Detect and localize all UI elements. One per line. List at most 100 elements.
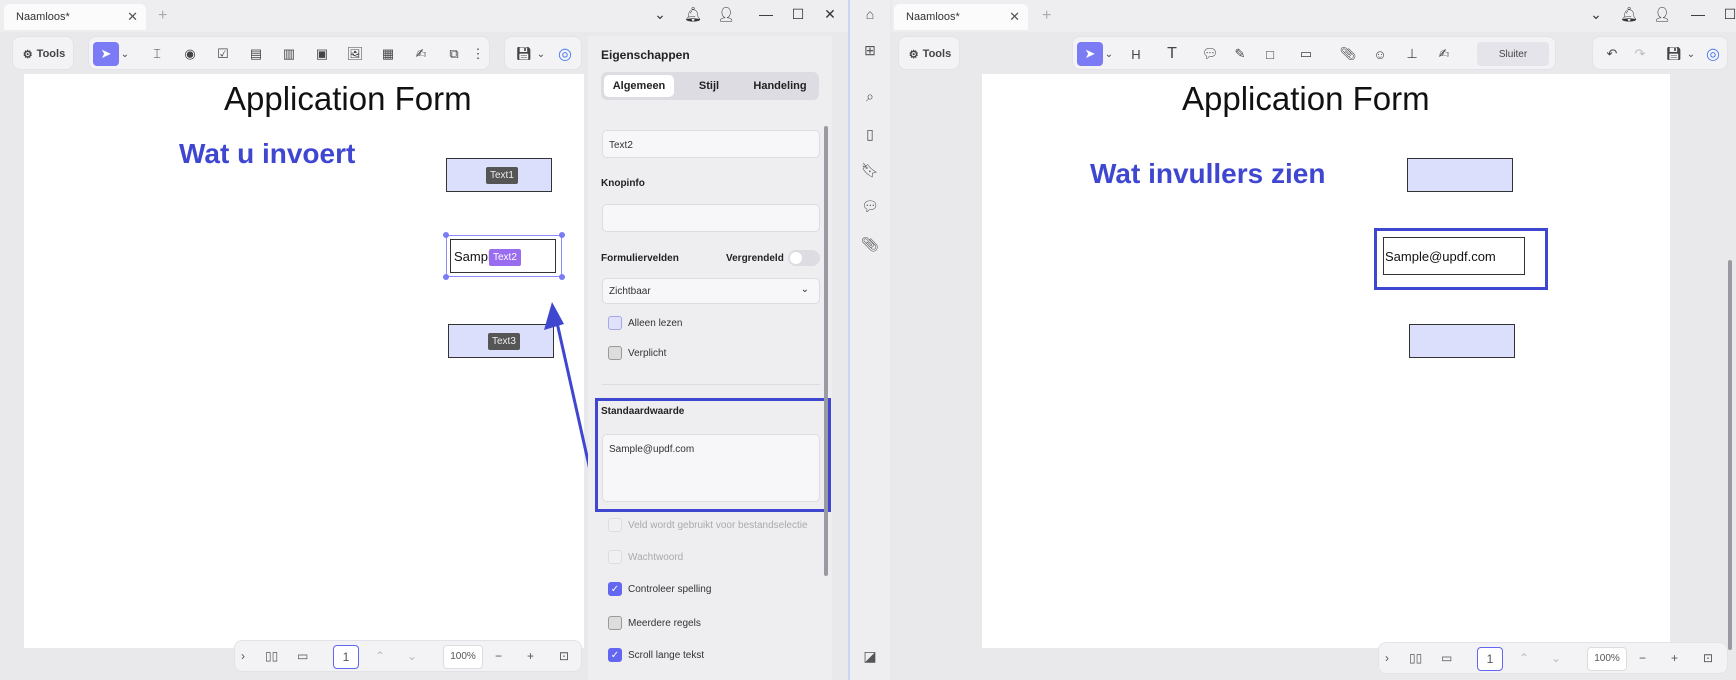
- locked-toggle[interactable]: [788, 250, 820, 266]
- document-scrollbar[interactable]: [1728, 260, 1732, 650]
- save-icon[interactable]: 💾︎: [1663, 42, 1685, 66]
- chevron-down-icon[interactable]: ⌄: [650, 6, 670, 23]
- highlighter-icon[interactable]: ✎: [1229, 42, 1251, 66]
- chevron-down-icon[interactable]: ⌄: [1685, 42, 1697, 66]
- apps-grid-icon[interactable]: ⊞: [860, 42, 880, 62]
- zoom-level[interactable]: 100%: [443, 645, 483, 669]
- copy-icon[interactable]: ⧉: [442, 42, 466, 66]
- attachment-icon[interactable]: 📎︎: [1337, 42, 1359, 66]
- default-value-input[interactable]: Sample@updf.com: [602, 434, 820, 502]
- zoom-in-icon[interactable]: +: [1671, 651, 1678, 665]
- zoom-out-icon[interactable]: −: [1639, 651, 1646, 665]
- date-field-icon[interactable]: ▦: [376, 42, 400, 66]
- tooltip-input[interactable]: [602, 204, 820, 232]
- radio-button-icon[interactable]: ◉: [178, 42, 202, 66]
- maximize-icon[interactable]: ☐: [788, 6, 808, 23]
- tab-action[interactable]: Handeling: [744, 75, 816, 97]
- required-checkbox[interactable]: [608, 346, 622, 360]
- properties-scrollbar[interactable]: [824, 126, 828, 576]
- new-tab-icon[interactable]: +: [158, 7, 167, 25]
- close-window-icon[interactable]: ✕: [820, 6, 840, 23]
- select-cursor-icon[interactable]: ➤: [93, 42, 119, 66]
- stamp-icon[interactable]: ⊥: [1401, 42, 1423, 66]
- text1-field[interactable]: [1407, 158, 1513, 192]
- page-number-input[interactable]: 1: [1477, 647, 1503, 671]
- chevron-down-icon[interactable]: ⌄: [1586, 6, 1606, 23]
- multiline-checkbox[interactable]: [608, 616, 622, 630]
- home-icon[interactable]: ⌂: [860, 6, 880, 26]
- fit-page-icon[interactable]: ⊡: [1703, 651, 1713, 665]
- redo-icon[interactable]: ↷: [1629, 42, 1651, 66]
- button-icon[interactable]: ▣: [310, 42, 334, 66]
- chevron-down-icon[interactable]: ⌄: [1103, 42, 1115, 66]
- tab-style[interactable]: Stijl: [674, 75, 744, 97]
- chevron-down-icon[interactable]: ⌄: [535, 42, 547, 66]
- left-document-tab[interactable]: Naamloos* ✕: [4, 4, 146, 30]
- next-page-icon[interactable]: ⌄: [1551, 651, 1561, 665]
- minimize-icon[interactable]: —: [1688, 6, 1708, 22]
- combo-box-icon[interactable]: ▤: [244, 42, 268, 66]
- presentation-icon[interactable]: ▭: [1441, 651, 1452, 665]
- page-thumbnails-icon[interactable]: ▯: [860, 126, 880, 146]
- header-icon[interactable]: H: [1125, 42, 1147, 66]
- comment-icon[interactable]: 💬︎: [1199, 42, 1221, 66]
- list-box-icon[interactable]: ▥: [277, 42, 301, 66]
- user-icon[interactable]: 👤︎: [1652, 6, 1672, 23]
- close-tool-button[interactable]: Sluiter: [1477, 42, 1549, 66]
- shape-icon[interactable]: □: [1259, 42, 1281, 66]
- bookmark-icon[interactable]: 🔖︎: [860, 162, 880, 182]
- page-number-input[interactable]: 1: [333, 645, 359, 669]
- signature-icon[interactable]: ✍︎: [1433, 42, 1455, 66]
- comments-icon[interactable]: 💬︎: [860, 198, 880, 218]
- resize-handle[interactable]: [443, 274, 449, 280]
- close-tab-icon[interactable]: ✕: [127, 9, 138, 25]
- visibility-select[interactable]: Zichtbaar ⌄: [602, 278, 820, 304]
- password-checkbox[interactable]: [608, 550, 622, 564]
- previous-page-icon[interactable]: ⌃: [1519, 651, 1529, 665]
- two-page-icon[interactable]: ▯▯: [265, 649, 278, 663]
- zoom-in-icon[interactable]: +: [527, 649, 534, 663]
- expand-icon[interactable]: ›: [241, 649, 245, 663]
- resize-handle[interactable]: [443, 232, 449, 238]
- image-field-icon[interactable]: 🖼︎: [343, 42, 367, 66]
- resize-handle[interactable]: [559, 232, 565, 238]
- signature-icon[interactable]: ✍︎: [409, 42, 433, 66]
- ai-assistant-icon[interactable]: ◎: [553, 42, 577, 66]
- fit-page-icon[interactable]: ⊡: [559, 649, 569, 663]
- zoom-level[interactable]: 100%: [1587, 647, 1627, 671]
- chevron-down-icon[interactable]: ⌄: [119, 42, 131, 66]
- tab-general[interactable]: Algemeen: [604, 75, 674, 97]
- right-document-tab[interactable]: Naamloos* ✕: [894, 4, 1028, 30]
- previous-page-icon[interactable]: ⌃: [375, 649, 385, 663]
- presentation-icon[interactable]: ▭: [297, 649, 308, 663]
- more-icon[interactable]: ⋮: [471, 42, 485, 66]
- measure-icon[interactable]: ▭: [1295, 42, 1317, 66]
- ai-assistant-icon[interactable]: ◎: [1701, 42, 1725, 66]
- attachment-icon[interactable]: 📎︎: [860, 236, 880, 256]
- tools-button[interactable]: ⚙ Tools: [903, 42, 957, 66]
- bell-icon[interactable]: 🔔︎: [1619, 6, 1639, 23]
- search-icon[interactable]: ⌕: [860, 88, 880, 108]
- spellcheck-checkbox[interactable]: ✓: [608, 582, 622, 596]
- save-icon[interactable]: 💾︎: [513, 42, 535, 66]
- file-select-checkbox[interactable]: [608, 518, 622, 532]
- readonly-checkbox[interactable]: [608, 316, 622, 330]
- text3-field[interactable]: [1409, 324, 1515, 358]
- two-page-icon[interactable]: ▯▯: [1409, 651, 1422, 665]
- next-page-icon[interactable]: ⌄: [407, 649, 417, 663]
- scroll-long-text-checkbox[interactable]: ✓: [608, 648, 622, 662]
- select-cursor-icon[interactable]: ➤: [1077, 42, 1103, 66]
- zoom-out-icon[interactable]: −: [495, 649, 502, 663]
- name-input[interactable]: Text2: [602, 130, 820, 158]
- tools-button[interactable]: ⚙ Tools: [17, 42, 71, 66]
- close-tab-icon[interactable]: ✕: [1009, 9, 1020, 25]
- layers-icon[interactable]: ◪: [860, 648, 880, 668]
- user-icon[interactable]: 👤︎: [716, 6, 736, 23]
- text-icon[interactable]: T: [1161, 42, 1183, 66]
- sticker-icon[interactable]: ☺: [1369, 42, 1391, 66]
- expand-icon[interactable]: ›: [1385, 651, 1389, 665]
- new-tab-icon[interactable]: +: [1042, 7, 1051, 25]
- maximize-icon[interactable]: ☐: [1720, 6, 1736, 23]
- checkbox-icon[interactable]: ☑: [211, 42, 235, 66]
- minimize-icon[interactable]: —: [756, 6, 776, 22]
